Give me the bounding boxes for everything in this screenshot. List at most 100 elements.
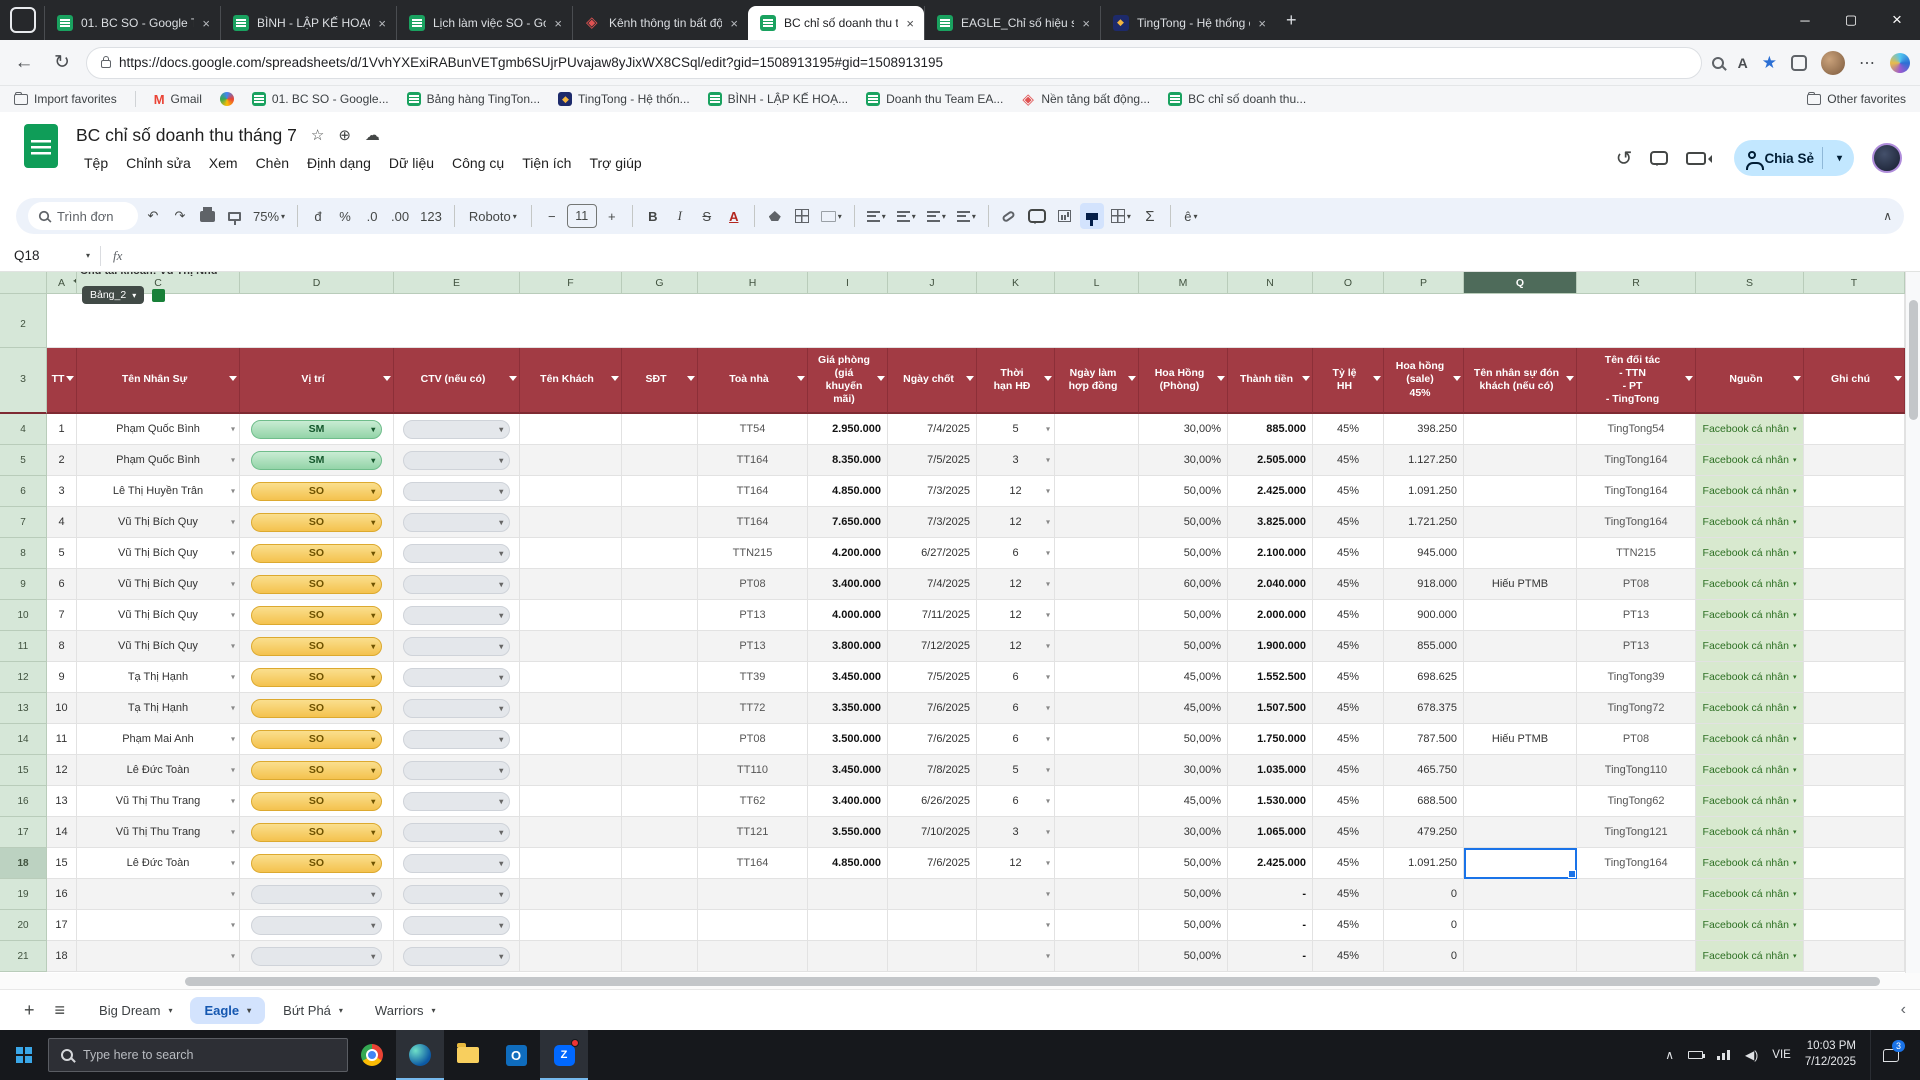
empty-chip[interactable]: ▾: [403, 761, 511, 780]
table-header-18[interactable]: Nguồn: [1696, 348, 1804, 414]
column-header-M[interactable]: M: [1139, 272, 1228, 294]
cell-staff-name[interactable]: Vũ Thị Bích Quy▾: [77, 569, 240, 600]
cell-ctv[interactable]: ▾: [394, 569, 520, 600]
cell-contract-term[interactable]: 6▾: [977, 786, 1055, 817]
cell-tt[interactable]: 1: [47, 414, 77, 445]
row-header-6[interactable]: 6: [0, 476, 47, 507]
cell-room-price[interactable]: 7.650.000: [808, 507, 888, 538]
cell-building[interactable]: TTN215: [698, 538, 808, 569]
cell-note[interactable]: [1804, 507, 1905, 538]
cell-room-price[interactable]: 4.000.000: [808, 600, 888, 631]
cell-ctv[interactable]: ▾: [394, 631, 520, 662]
create-filter-button[interactable]: [1080, 203, 1104, 229]
cell-source[interactable]: Facebook cá nhân▾: [1696, 724, 1804, 755]
cell-customer-name[interactable]: [520, 941, 622, 972]
cell-close-date[interactable]: 7/4/2025: [888, 569, 977, 600]
cell-staff-name[interactable]: ▾: [77, 941, 240, 972]
cell-room-commission-pct[interactable]: 50,00%: [1139, 507, 1228, 538]
cell-contract-term[interactable]: 5▾: [977, 414, 1055, 445]
cell-phone[interactable]: [622, 817, 698, 848]
cell-building[interactable]: TT164: [698, 507, 808, 538]
sheet-tab-caret-icon[interactable]: ▾: [168, 1006, 172, 1015]
cell-phone[interactable]: [622, 538, 698, 569]
bookmark-2[interactable]: MGmail: [154, 92, 202, 107]
cell-commission-rate[interactable]: 45%: [1313, 569, 1384, 600]
cell-contract-date[interactable]: [1055, 786, 1139, 817]
network-icon[interactable]: [1717, 1050, 1731, 1060]
cell-dropdown-icon[interactable]: ▾: [1046, 890, 1050, 899]
cell-partner[interactable]: TingTong164: [1577, 445, 1696, 476]
cell-customer-name[interactable]: [520, 879, 622, 910]
cell-dropdown-icon[interactable]: ▾: [231, 735, 235, 744]
cell-staff-name[interactable]: Phạm Quốc Bình▾: [77, 414, 240, 445]
cell-greeter[interactable]: [1464, 817, 1577, 848]
cell-sale-commission[interactable]: 945.000: [1384, 538, 1464, 569]
tab-close-icon[interactable]: ×: [1258, 16, 1266, 31]
cell-contract-term[interactable]: 6▾: [977, 538, 1055, 569]
share-button[interactable]: Chia Sẻ ▾: [1734, 140, 1854, 176]
column-header-E[interactable]: E: [394, 272, 520, 294]
url-field[interactable]: https://docs.google.com/spreadsheets/d/1…: [86, 47, 1702, 79]
all-sheets-button[interactable]: ≡: [55, 1000, 66, 1021]
cell-partner[interactable]: PT08: [1577, 724, 1696, 755]
cell-source[interactable]: Facebook cá nhân▾: [1696, 569, 1804, 600]
filter-views-button[interactable]: ▾: [1107, 203, 1135, 229]
cell-partner[interactable]: PT13: [1577, 631, 1696, 662]
cell-amount[interactable]: 885.000: [1228, 414, 1313, 445]
row-header-20[interactable]: 20: [0, 910, 47, 941]
cell-position[interactable]: SO▾: [240, 538, 394, 569]
column-header-S[interactable]: S: [1696, 272, 1804, 294]
cell-building[interactable]: TT39: [698, 662, 808, 693]
browser-tab-3[interactable]: Lịch làm việc SO - Goo×: [396, 6, 572, 40]
cell-position[interactable]: SO▾: [240, 693, 394, 724]
cell-position[interactable]: SO▾: [240, 476, 394, 507]
cell-phone[interactable]: [622, 662, 698, 693]
cell-customer-name[interactable]: [520, 817, 622, 848]
cell-sale-commission[interactable]: 1.127.250: [1384, 445, 1464, 476]
column-header-H[interactable]: H: [698, 272, 808, 294]
cell-note[interactable]: [1804, 910, 1905, 941]
functions-button[interactable]: Σ: [1138, 203, 1162, 229]
row-header-16[interactable]: 16: [0, 786, 47, 817]
refresh-button[interactable]: ↻: [48, 51, 76, 74]
cell-tt[interactable]: 17: [47, 910, 77, 941]
cell-room-commission-pct[interactable]: 50,00%: [1139, 941, 1228, 972]
empty-chip[interactable]: ▾: [403, 513, 511, 532]
cell-contract-term[interactable]: ▾: [977, 910, 1055, 941]
font-select[interactable]: Roboto▾: [463, 203, 523, 229]
cell-note[interactable]: [1804, 445, 1905, 476]
cell-partner[interactable]: [1577, 879, 1696, 910]
cell-source[interactable]: Facebook cá nhân▾: [1696, 476, 1804, 507]
cell-room-price[interactable]: [808, 879, 888, 910]
cell-building[interactable]: TT110: [698, 755, 808, 786]
cell-close-date[interactable]: 7/6/2025: [888, 724, 977, 755]
cell-room-price[interactable]: 4.200.000: [808, 538, 888, 569]
cell-sale-commission[interactable]: 0: [1384, 941, 1464, 972]
cell-customer-name[interactable]: [520, 786, 622, 817]
cell-dropdown-icon[interactable]: ▾: [231, 828, 235, 837]
cell-commission-rate[interactable]: 45%: [1313, 445, 1384, 476]
bookmark-6[interactable]: TingTong - Hệ thốn...: [558, 92, 690, 106]
filter-funnel-icon[interactable]: [1128, 376, 1136, 381]
table-header-3[interactable]: Vị trí: [240, 348, 394, 414]
zoom-select[interactable]: 75%▾: [249, 203, 289, 229]
menu-6[interactable]: Dữ liệu: [381, 152, 442, 178]
cell-staff-name[interactable]: Phạm Mai Anh▾: [77, 724, 240, 755]
cell-tt[interactable]: 10: [47, 693, 77, 724]
cell-note[interactable]: [1804, 879, 1905, 910]
cell-dropdown-icon[interactable]: ▾: [231, 797, 235, 806]
filter-funnel-icon[interactable]: [66, 376, 74, 381]
column-header-A[interactable]: A◂▸: [47, 272, 77, 294]
cell-dropdown-icon[interactable]: ▾: [1046, 704, 1050, 713]
cell-contract-term[interactable]: 3▾: [977, 445, 1055, 476]
cell-staff-name[interactable]: ▾: [77, 879, 240, 910]
cell-ctv[interactable]: ▾: [394, 476, 520, 507]
position-chip-sm[interactable]: SM▾: [251, 420, 383, 439]
cell-room-commission-pct[interactable]: 50,00%: [1139, 724, 1228, 755]
position-chip-so[interactable]: SO▾: [251, 761, 383, 780]
filter-funnel-icon[interactable]: [1793, 376, 1801, 381]
cell-customer-name[interactable]: [520, 755, 622, 786]
cell-note[interactable]: [1804, 817, 1905, 848]
cell-room-price[interactable]: 2.950.000: [808, 414, 888, 445]
cell-contract-term[interactable]: 12▾: [977, 569, 1055, 600]
